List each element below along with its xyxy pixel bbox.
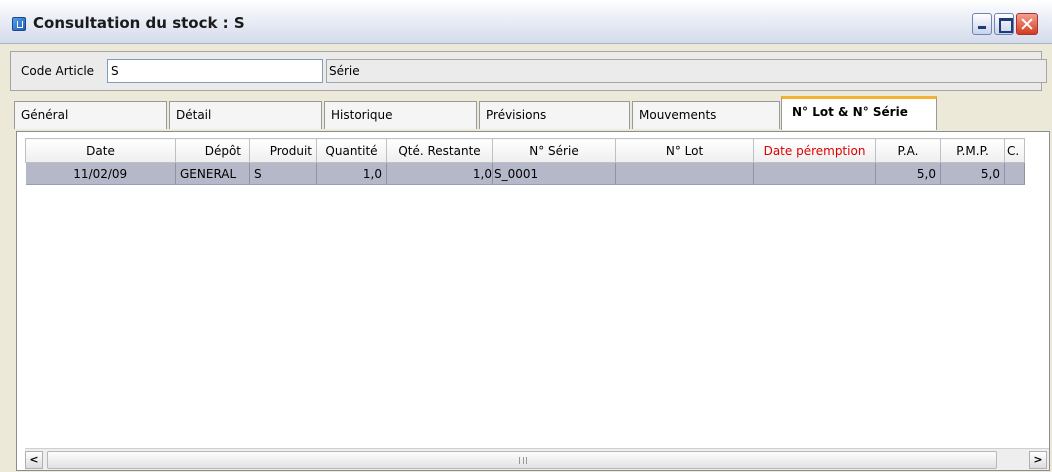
code-article-label: Code Article — [21, 64, 95, 78]
cell-qte-restante[interactable]: 1,0 — [386, 162, 493, 185]
cell-c[interactable] — [1004, 162, 1025, 185]
col-header-qte-restante[interactable]: Qté. Restante — [386, 138, 493, 163]
title-bar[interactable]: Consultation du stock : S — [0, 0, 1052, 44]
col-header-numero-lot[interactable]: N° Lot — [615, 138, 754, 163]
filter-bar: Code Article S Série — [10, 51, 1047, 91]
grip-icon — [519, 457, 527, 464]
cell-numero-lot[interactable] — [615, 162, 754, 185]
window-title: Consultation du stock : S — [33, 14, 245, 32]
horizontal-scrollbar[interactable]: < > — [25, 448, 1049, 470]
lot-serie-grid: Date Dépôt Produit Quantité Qté. Restant… — [16, 131, 1050, 471]
tab-detail[interactable]: Détail — [169, 101, 322, 129]
close-button[interactable] — [1016, 13, 1038, 35]
tab-historique[interactable]: Historique — [324, 101, 477, 129]
col-header-pa[interactable]: P.A. — [875, 138, 941, 163]
cell-pa[interactable]: 5,0 — [875, 162, 941, 185]
col-header-numero-serie[interactable]: N° Série — [492, 138, 616, 163]
cell-pmp[interactable]: 5,0 — [940, 162, 1005, 185]
col-header-c[interactable]: C. — [1004, 138, 1025, 163]
table-header-row: Date Dépôt Produit Quantité Qté. Restant… — [25, 138, 1025, 163]
cell-depot[interactable]: GENERAL — [175, 162, 250, 185]
serie-field — [326, 59, 1047, 83]
tab-mouvements[interactable]: Mouvements — [632, 101, 780, 129]
stock-consultation-window: Consultation du stock : S Code Article S… — [0, 0, 1052, 472]
chevron-left-icon[interactable]: < — [25, 451, 43, 469]
col-header-quantite[interactable]: Quantité — [316, 138, 387, 163]
cell-date[interactable]: 11/02/09 — [25, 162, 176, 185]
chevron-right-icon[interactable]: > — [1029, 451, 1047, 469]
maximize-button[interactable] — [994, 13, 1014, 35]
tab-general[interactable]: Général — [14, 101, 167, 129]
tab-previsions[interactable]: Prévisions — [479, 101, 630, 129]
col-header-depot[interactable]: Dépôt — [175, 138, 250, 163]
app-icon — [12, 17, 26, 31]
col-header-date[interactable]: Date — [25, 138, 176, 163]
scrollbar-thumb[interactable] — [47, 451, 997, 469]
table-row[interactable]: 11/02/09 GENERAL S 1,0 1,0 S_0001 5,0 5,… — [25, 162, 1025, 185]
cell-numero-serie[interactable]: S_0001 — [492, 162, 616, 185]
data-table: Date Dépôt Produit Quantité Qté. Restant… — [25, 138, 1025, 185]
tab-lot-serie[interactable]: N° Lot & N° Série — [781, 96, 937, 130]
cell-quantite[interactable]: 1,0 — [316, 162, 387, 185]
code-article-input[interactable]: S — [107, 59, 323, 83]
col-header-pmp[interactable]: P.M.P. — [940, 138, 1005, 163]
cell-date-peremption[interactable] — [753, 162, 876, 185]
col-header-date-peremption[interactable]: Date péremption — [753, 138, 876, 163]
tab-bar: Général Détail Historique Prévisions Mou… — [14, 96, 1050, 130]
minimize-button[interactable] — [972, 13, 992, 35]
cell-produit[interactable]: S — [249, 162, 317, 185]
col-header-produit[interactable]: Produit — [249, 138, 317, 163]
serie-label: Série — [329, 64, 360, 78]
